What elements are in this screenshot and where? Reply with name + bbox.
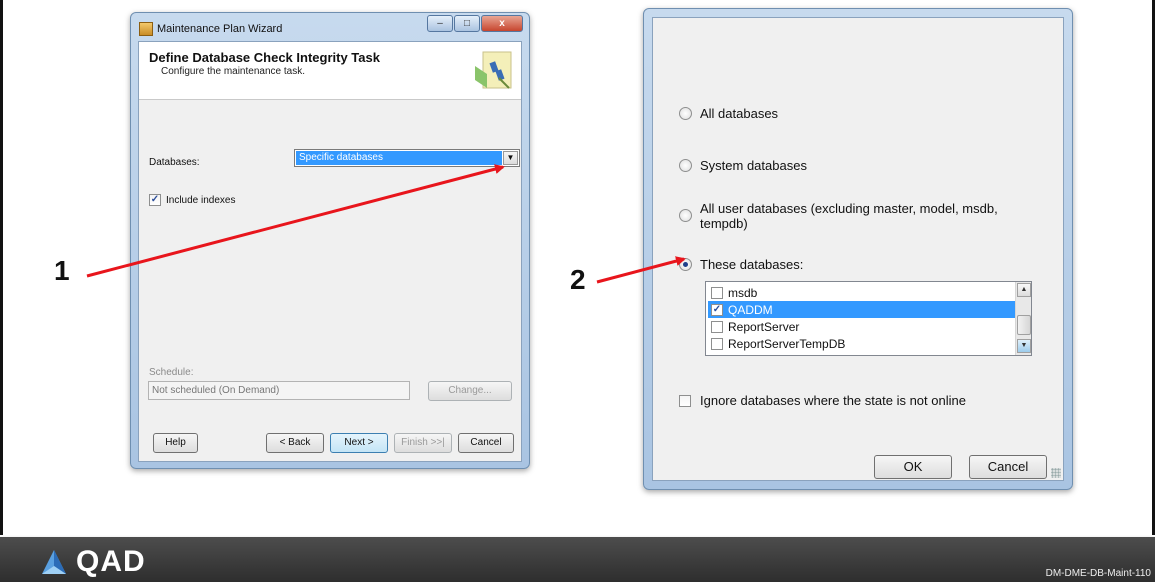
qad-logo-icon <box>42 550 66 574</box>
logo-text: QAD <box>76 545 146 578</box>
step-1-arrow <box>86 164 505 278</box>
qad-logo: QAD <box>40 547 146 577</box>
slide-code: DM-DME-DB-Maint-110 <box>1045 568 1151 579</box>
annotation-arrows <box>86 164 686 284</box>
slide: Maintenance Plan Wizard – □ x Define Dat… <box>0 0 1155 582</box>
step-2-arrow <box>596 256 686 284</box>
footer-band <box>0 537 1155 582</box>
